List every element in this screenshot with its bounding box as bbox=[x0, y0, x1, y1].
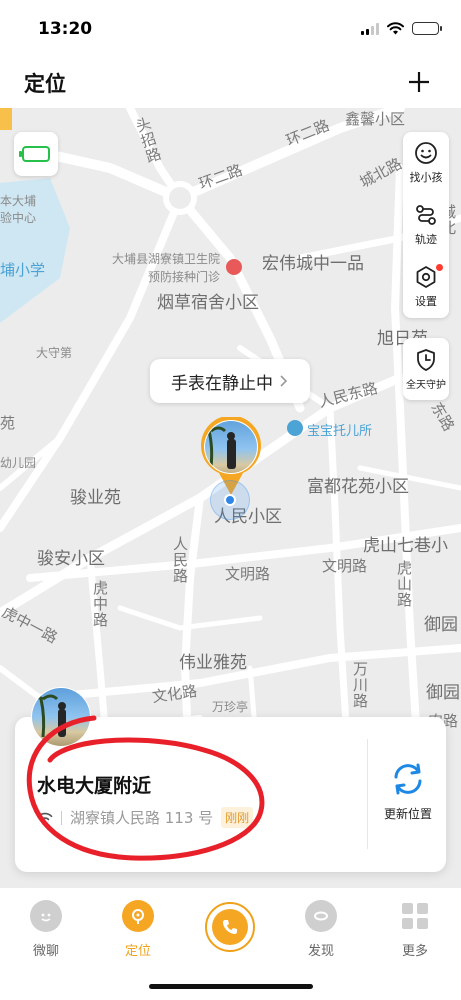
map-label: 文明路 bbox=[322, 557, 368, 575]
tab-label: 发现 bbox=[307, 944, 334, 959]
address-separator bbox=[61, 810, 62, 825]
find-child-label: 找小孩 bbox=[409, 171, 443, 184]
card-divider bbox=[367, 739, 368, 849]
map-label: 宏伟城中一品 bbox=[262, 254, 364, 274]
tab-label: 更多 bbox=[401, 944, 428, 959]
refresh-location-button[interactable]: 更新位置 bbox=[377, 761, 439, 831]
map-label: 本大埔 bbox=[0, 194, 37, 208]
map-label: 大埔县湖寮镇卫生院 预防接种门诊 bbox=[111, 252, 220, 284]
cellular-signal-icon bbox=[361, 22, 379, 35]
location-address-row: 湖寮镇人民路 113 号 刚刚 bbox=[37, 807, 254, 828]
all-day-guard-label: 全天守护 bbox=[406, 379, 446, 391]
phone-icon bbox=[212, 909, 248, 945]
tab-label: 微聊 bbox=[32, 944, 59, 959]
find-child-button[interactable]: 找小孩 bbox=[403, 132, 449, 194]
location-card[interactable]: 水电大厦附近 湖寮镇人民路 113 号 刚刚 更新位置 bbox=[15, 687, 446, 872]
tab-location[interactable]: 定位 bbox=[103, 900, 173, 959]
map-label: 骏业苑 bbox=[70, 488, 121, 508]
location-address: 湖寮镇人民路 113 号 bbox=[70, 809, 214, 827]
update-time-badge: 刚刚 bbox=[221, 807, 254, 828]
track-button[interactable]: 轨迹 bbox=[403, 194, 449, 256]
settings-button[interactable]: 设置 bbox=[403, 256, 449, 318]
grid-icon bbox=[399, 900, 431, 932]
hospital-pin-icon bbox=[226, 259, 242, 275]
refresh-location-label: 更新位置 bbox=[383, 807, 432, 821]
notification-dot bbox=[436, 264, 443, 271]
shield-clock-icon bbox=[417, 348, 435, 371]
map-label: 虎山路 bbox=[395, 560, 413, 608]
map-label: 富都花苑小区 bbox=[307, 477, 409, 497]
location-icon bbox=[122, 900, 154, 932]
call-button[interactable] bbox=[205, 902, 255, 952]
battery-level-icon bbox=[19, 146, 50, 162]
map-label: 万珍亭 bbox=[212, 700, 249, 714]
map-label: 验中心 bbox=[0, 211, 37, 225]
map-label: 鑫馨小区 bbox=[345, 110, 406, 128]
settings-icon bbox=[416, 266, 436, 288]
map-label: 幼儿园 bbox=[0, 456, 37, 470]
map-label: 苑 bbox=[0, 414, 16, 432]
tab-bar: 微聊 定位 发现 更多 bbox=[0, 888, 461, 1000]
refresh-icon bbox=[394, 763, 422, 795]
map-label: 大守第 bbox=[36, 346, 73, 360]
chat-icon bbox=[30, 900, 62, 932]
location-place-name: 水电大厦附近 bbox=[37, 775, 152, 797]
track-icon bbox=[416, 205, 436, 225]
battery-icon bbox=[412, 22, 442, 35]
map-label: 伟业雅苑 bbox=[179, 653, 247, 673]
location-dot bbox=[224, 494, 236, 506]
map-label: 宝宝托儿所 bbox=[307, 424, 373, 439]
header: 定位 bbox=[0, 56, 461, 108]
map-label: 骏安小区 bbox=[37, 549, 105, 569]
page-title: 定位 bbox=[24, 72, 66, 96]
discover-icon bbox=[305, 900, 337, 932]
tab-chat[interactable]: 微聊 bbox=[11, 900, 81, 959]
wifi-positioning-icon bbox=[37, 812, 53, 825]
map-label: 人民路 bbox=[171, 536, 189, 584]
map-label: 万川路 bbox=[351, 661, 369, 709]
tab-more[interactable]: 更多 bbox=[380, 900, 450, 959]
watch-status-text: 手表在静止中 bbox=[171, 373, 273, 394]
smile-icon bbox=[415, 142, 437, 164]
wifi-icon bbox=[387, 22, 404, 35]
map-label: 御园 bbox=[424, 615, 458, 635]
child-avatar bbox=[31, 687, 91, 747]
home-indicator[interactable] bbox=[149, 984, 313, 989]
watch-status-bubble[interactable]: 手表在静止中 bbox=[150, 359, 310, 403]
chevron-right-icon bbox=[280, 375, 288, 387]
current-location-marker bbox=[210, 480, 250, 520]
track-label: 轨迹 bbox=[415, 233, 437, 246]
map-label: 虎中路 bbox=[91, 580, 109, 628]
map-label: 烟草宿舍小区 bbox=[157, 293, 259, 313]
status-time: 13:20 bbox=[38, 19, 93, 39]
all-day-guard-button[interactable]: 全天守护 bbox=[403, 338, 449, 400]
watch-battery-button[interactable] bbox=[14, 132, 58, 176]
tab-discover[interactable]: 发现 bbox=[286, 900, 356, 959]
map-label: 虎山七巷小 bbox=[363, 536, 448, 556]
map-side-controls: 找小孩 轨迹 设置 bbox=[403, 132, 449, 318]
kindergarten-pin-icon bbox=[287, 420, 303, 436]
add-icon[interactable] bbox=[407, 70, 431, 94]
map-label: 埔小学 bbox=[0, 261, 46, 279]
status-icons bbox=[361, 22, 442, 35]
status-bar: 13:20 bbox=[0, 0, 461, 56]
tab-label: 定位 bbox=[124, 944, 151, 959]
map-label: 御园 bbox=[426, 683, 460, 703]
map-label: 文明路 bbox=[225, 565, 271, 583]
settings-label: 设置 bbox=[415, 295, 437, 308]
